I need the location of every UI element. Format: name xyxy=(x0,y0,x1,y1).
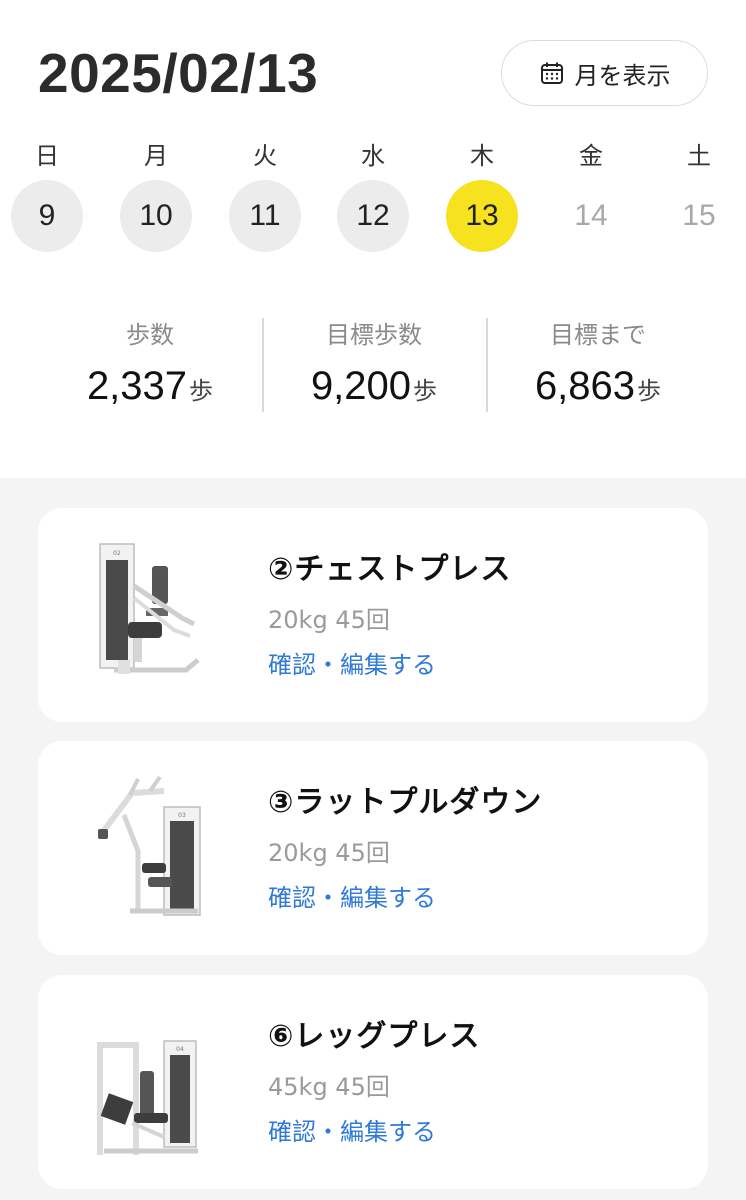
stat-unit: 歩 xyxy=(637,378,662,405)
day-number: 15 xyxy=(682,199,716,232)
workout-detail: 20kg 45回 xyxy=(268,839,390,867)
day-number: 11 xyxy=(229,180,301,252)
edit-workout-link[interactable]: 確認・編集する xyxy=(268,881,436,915)
workout-name: ②チェストプレス xyxy=(268,552,512,587)
stat-remaining: 目標まで 6,863歩 xyxy=(486,318,710,412)
day-sat[interactable]: 土 15 xyxy=(662,140,736,260)
svg-text:03: 03 xyxy=(178,812,186,819)
show-month-button[interactable]: 月を表示 xyxy=(501,40,708,106)
day-mon[interactable]: 月 10 xyxy=(119,140,193,260)
stat-steps: 歩数 2,337歩 xyxy=(38,318,262,412)
day-wed[interactable]: 水 12 xyxy=(336,140,410,260)
stat-label: 歩数 xyxy=(126,321,174,349)
workout-name: ③ラットプルダウン xyxy=(268,785,543,820)
header-section: 2025/02/13 月を表示 日 9 月 10 火 11 水 12 木 13 … xyxy=(0,0,746,478)
day-of-week-label: 水 xyxy=(361,142,385,170)
day-sun[interactable]: 日 9 xyxy=(10,140,84,260)
workout-detail: 20kg 45回 xyxy=(268,606,390,634)
day-of-week-label: 金 xyxy=(579,142,603,170)
day-number: 13 xyxy=(446,180,518,252)
workout-name: ⑥レッグプレス xyxy=(268,1019,481,1054)
workout-card[interactable]: 04 ⑥レッグプレス 45kg 45回 確認・編集する xyxy=(38,975,708,1189)
stat-value: 9,200 xyxy=(310,364,412,408)
day-fri[interactable]: 金 14 xyxy=(554,140,628,260)
day-number: 10 xyxy=(120,180,192,252)
step-stats: 歩数 2,337歩 目標歩数 9,200歩 目標まで 6,863歩 xyxy=(38,318,710,412)
edit-workout-link[interactable]: 確認・編集する xyxy=(268,648,436,682)
chest-press-machine-icon: 02 xyxy=(94,538,206,692)
day-number: 9 xyxy=(11,180,83,252)
week-selector: 日 9 月 10 火 11 水 12 木 13 金 14 土 15 xyxy=(0,140,746,260)
stat-goal-steps: 目標歩数 9,200歩 xyxy=(262,318,486,412)
svg-text:02: 02 xyxy=(113,550,121,557)
day-thu-selected[interactable]: 木 13 xyxy=(445,140,519,260)
calendar-icon xyxy=(539,60,565,86)
day-of-week-label: 木 xyxy=(470,142,494,170)
leg-press-machine-icon: 04 xyxy=(94,1005,206,1159)
day-of-week-label: 月 xyxy=(144,142,168,170)
lat-pulldown-machine-icon: 03 xyxy=(94,771,206,925)
svg-text:04: 04 xyxy=(176,1046,184,1053)
day-number: 14 xyxy=(574,199,608,232)
edit-workout-link[interactable]: 確認・編集する xyxy=(268,1115,436,1149)
stat-value: 6,863 xyxy=(534,364,636,408)
show-month-label: 月を表示 xyxy=(574,61,671,90)
stat-label: 目標歩数 xyxy=(326,321,422,349)
stat-label: 目標まで xyxy=(550,321,646,349)
stat-unit: 歩 xyxy=(189,378,214,405)
stat-unit: 歩 xyxy=(413,378,438,405)
workout-card[interactable]: 03 ③ラットプルダウン 20kg 45回 確認・編集する xyxy=(38,741,708,955)
day-tue[interactable]: 火 11 xyxy=(228,140,302,260)
day-of-week-label: 火 xyxy=(253,142,277,170)
workout-card[interactable]: 02 ②チェストプレス 20kg 45回 確認・編集する xyxy=(38,508,708,722)
day-number: 12 xyxy=(337,180,409,252)
day-of-week-label: 土 xyxy=(687,142,711,170)
stat-value: 2,337 xyxy=(86,364,188,408)
day-of-week-label: 日 xyxy=(35,142,59,170)
workout-detail: 45kg 45回 xyxy=(268,1073,390,1101)
page-title: 2025/02/13 xyxy=(38,42,319,104)
